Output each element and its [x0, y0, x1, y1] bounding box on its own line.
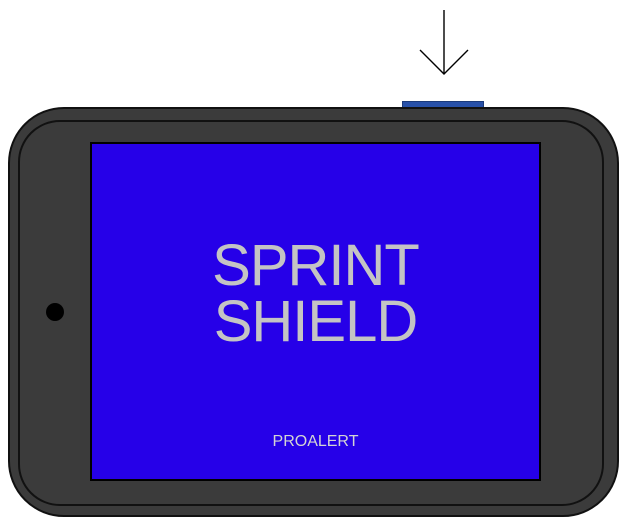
down-arrow-icon — [419, 10, 469, 75]
device-mockup: SPRINT SHIELD PROALERT — [0, 0, 621, 519]
device-screen[interactable]: SPRINT SHIELD PROALERT — [90, 142, 541, 481]
camera-dot-icon — [46, 303, 64, 321]
title-line-sprint: SPRINT — [212, 233, 420, 298]
title-line-shield: SHIELD — [213, 289, 419, 354]
brand-label: PROALERT — [272, 433, 359, 450]
